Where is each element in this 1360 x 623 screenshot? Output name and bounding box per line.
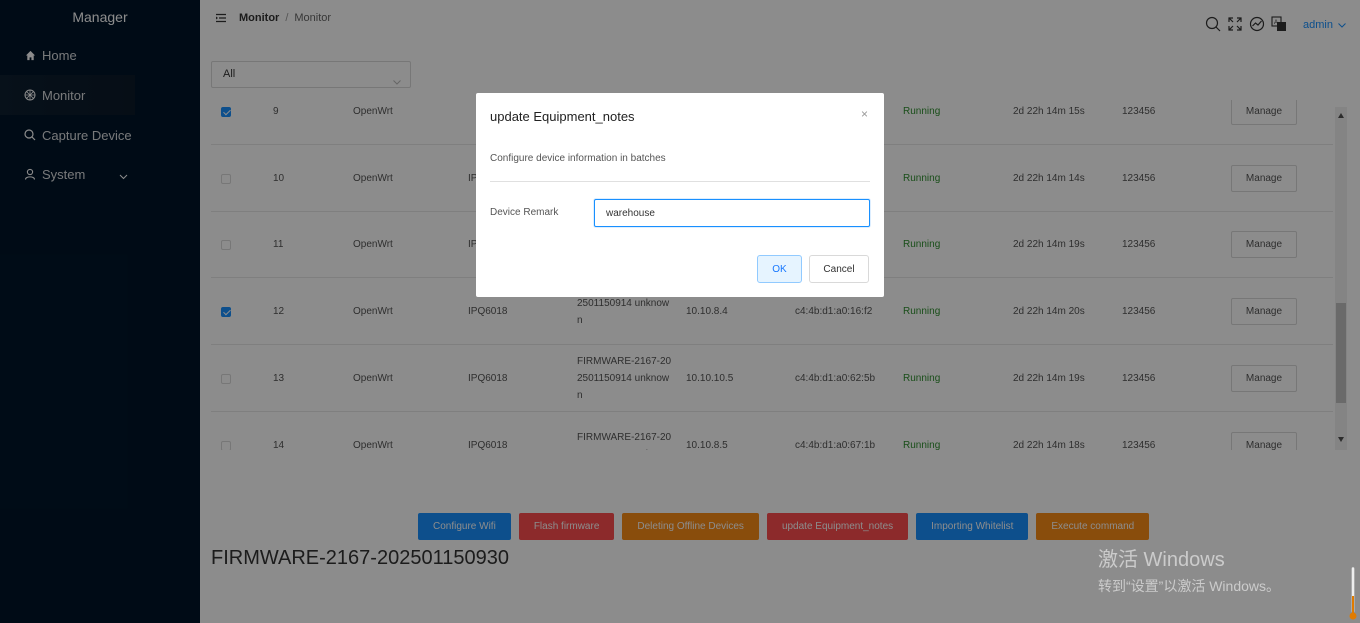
windows-activation-watermark: 激活 Windows 转到“设置”以激活 Windows。 (1098, 543, 1280, 596)
ok-button[interactable]: OK (757, 255, 802, 283)
update-notes-modal: update Equipment_notes × Configure devic… (476, 93, 884, 297)
close-icon[interactable]: × (861, 107, 868, 121)
modal-title: update Equipment_notes (490, 109, 635, 124)
watermark-line-1: 激活 Windows (1098, 549, 1225, 571)
device-remark-input[interactable] (594, 199, 870, 227)
modal-description: Configure device information in batches (490, 153, 666, 164)
watermark-line-2: 转到“设置”以激活 Windows。 (1098, 578, 1281, 594)
cancel-button[interactable]: Cancel (809, 255, 869, 283)
thermometer-icon (1349, 566, 1357, 621)
divider (490, 181, 870, 182)
device-remark-label: Device Remark (490, 207, 559, 218)
